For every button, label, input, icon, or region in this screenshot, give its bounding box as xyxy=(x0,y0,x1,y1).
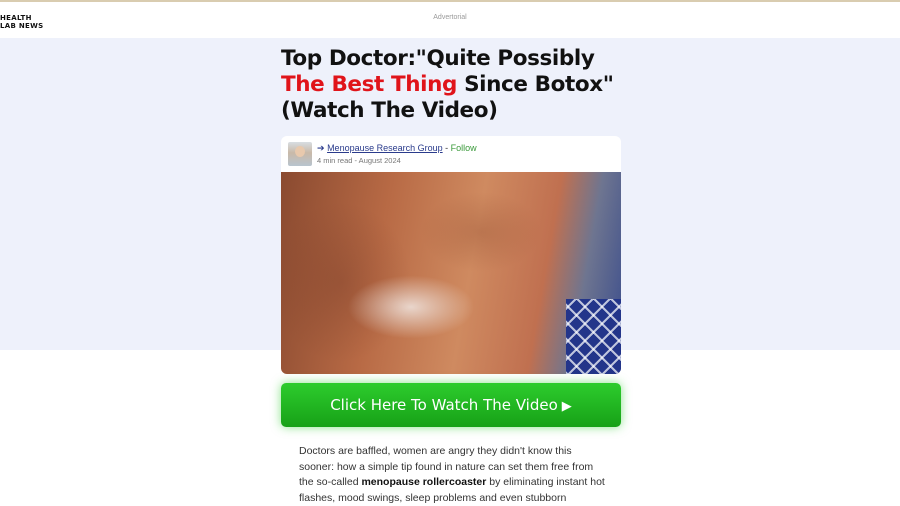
article-card: ➔ Menopause Research Group - Follow 4 mi… xyxy=(281,136,621,374)
article-headline: Top Doctor:"Quite Possibly The Best Thin… xyxy=(281,46,631,124)
headline-text-1: Top Doctor:"Quite Possibly xyxy=(281,46,595,71)
author-row: ➔ Menopause Research Group - Follow 4 mi… xyxy=(281,136,621,172)
play-icon: ▶ xyxy=(561,399,572,414)
author-line: ➔ Menopause Research Group - Follow xyxy=(317,143,477,154)
article-photo[interactable] xyxy=(281,172,621,374)
headline-highlight: The Best Thing xyxy=(281,72,458,97)
article-meta: 4 min read - August 2024 xyxy=(317,156,401,165)
site-header: HEALTH LAB NEWS Advertorial xyxy=(0,2,900,38)
cta-label: Click Here To Watch The Video xyxy=(330,396,558,414)
arrow-right-icon: ➔ xyxy=(317,143,325,153)
author-avatar[interactable] xyxy=(288,142,312,166)
intro-bold: menopause rollercoaster xyxy=(361,476,487,488)
follow-link[interactable]: Follow xyxy=(451,143,477,153)
logo-line-2: LAB NEWS xyxy=(0,22,44,30)
advertorial-label: Advertorial xyxy=(433,14,467,21)
watch-video-button[interactable]: Click Here To Watch The Video ▶ xyxy=(281,383,621,427)
rug-pattern xyxy=(566,299,621,374)
author-separator: - xyxy=(442,143,451,153)
article-intro: Doctors are baffled, women are angry the… xyxy=(299,444,605,506)
author-group-link[interactable]: Menopause Research Group xyxy=(327,143,443,153)
